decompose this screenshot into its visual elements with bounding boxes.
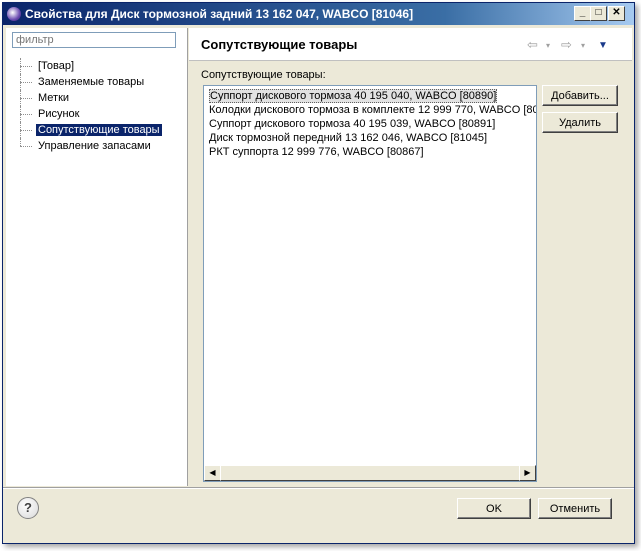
- sidebar-item-tags[interactable]: Метки: [14, 90, 162, 106]
- footer-divider: [3, 487, 634, 489]
- forward-arrow-icon[interactable]: ⇨: [561, 37, 572, 53]
- sidebar: [Товар] Заменяемые товары Метки Рисунок …: [6, 28, 188, 486]
- list-item[interactable]: Суппорт дискового тормоза 40 195 039, WA…: [204, 117, 536, 131]
- sidebar-item-label: Рисунок: [38, 108, 80, 120]
- list-item[interactable]: Суппорт дискового тормоза 40 195 040, WA…: [204, 89, 536, 103]
- horizontal-scrollbar[interactable]: ◀ ▶: [204, 465, 536, 481]
- page-header: Сопутствующие товары ⇦ ▾ ⇨ ▾ ▼: [189, 28, 632, 61]
- sidebar-item-related-products[interactable]: Сопутствующие товары: [14, 122, 162, 138]
- sidebar-item-label: Заменяемые товары: [38, 76, 145, 88]
- related-products-list[interactable]: Суппорт дискового тормоза 40 195 040, WA…: [203, 85, 537, 482]
- remove-button[interactable]: Удалить: [542, 112, 618, 133]
- back-dropdown-icon[interactable]: ▾: [546, 41, 550, 50]
- sidebar-item-picture[interactable]: Рисунок: [14, 106, 162, 122]
- view-menu-icon[interactable]: ▼: [598, 40, 608, 51]
- list-item[interactable]: РКТ суппорта 12 999 776, WABCO [80867]: [204, 145, 536, 159]
- back-arrow-icon[interactable]: ⇦: [527, 37, 538, 53]
- scroll-left-icon[interactable]: ◀: [204, 465, 221, 481]
- scroll-right-icon[interactable]: ▶: [519, 465, 536, 481]
- sidebar-item-label: Метки: [38, 92, 70, 104]
- cancel-button[interactable]: Отменить: [538, 498, 612, 519]
- sidebar-item-label: Сопутствующие товары: [36, 124, 162, 136]
- sidebar-item-label: [Товар]: [38, 60, 75, 72]
- sidebar-tree: [Товар] Заменяемые товары Метки Рисунок …: [14, 58, 162, 154]
- sidebar-item-product[interactable]: [Товар]: [14, 58, 162, 74]
- title-bar: Свойства для Диск тормозной задний 13 16…: [3, 3, 634, 25]
- list-item[interactable]: Диск тормозной передний 13 162 046, WABC…: [204, 131, 536, 145]
- scroll-thumb[interactable]: [220, 465, 520, 481]
- list-item[interactable]: Колодки дискового тормоза в комплекте 12…: [204, 103, 536, 117]
- ok-button[interactable]: OK: [457, 498, 531, 519]
- filter-input[interactable]: [12, 32, 176, 48]
- properties-dialog: Свойства для Диск тормозной задний 13 16…: [2, 2, 635, 544]
- sidebar-item-replacements[interactable]: Заменяемые товары: [14, 74, 162, 90]
- sidebar-item-stock-management[interactable]: Управление запасами: [14, 138, 162, 154]
- add-button[interactable]: Добавить...: [542, 85, 618, 106]
- maximize-button[interactable]: □: [590, 6, 607, 21]
- window-title: Свойства для Диск тормозной задний 13 16…: [25, 7, 414, 21]
- app-icon: [7, 7, 21, 21]
- sidebar-item-label: Управление запасами: [38, 140, 151, 152]
- content-pane: Сопутствующие товары ⇦ ▾ ⇨ ▾ ▼ Сопутству…: [189, 28, 632, 486]
- related-products-label: Сопутствующие товары:: [201, 69, 326, 81]
- page-title: Сопутствующие товары: [201, 37, 358, 52]
- help-icon[interactable]: ?: [17, 497, 39, 519]
- minimize-button[interactable]: _: [574, 6, 591, 21]
- forward-dropdown-icon[interactable]: ▾: [581, 41, 585, 50]
- close-button[interactable]: ✕: [608, 6, 625, 21]
